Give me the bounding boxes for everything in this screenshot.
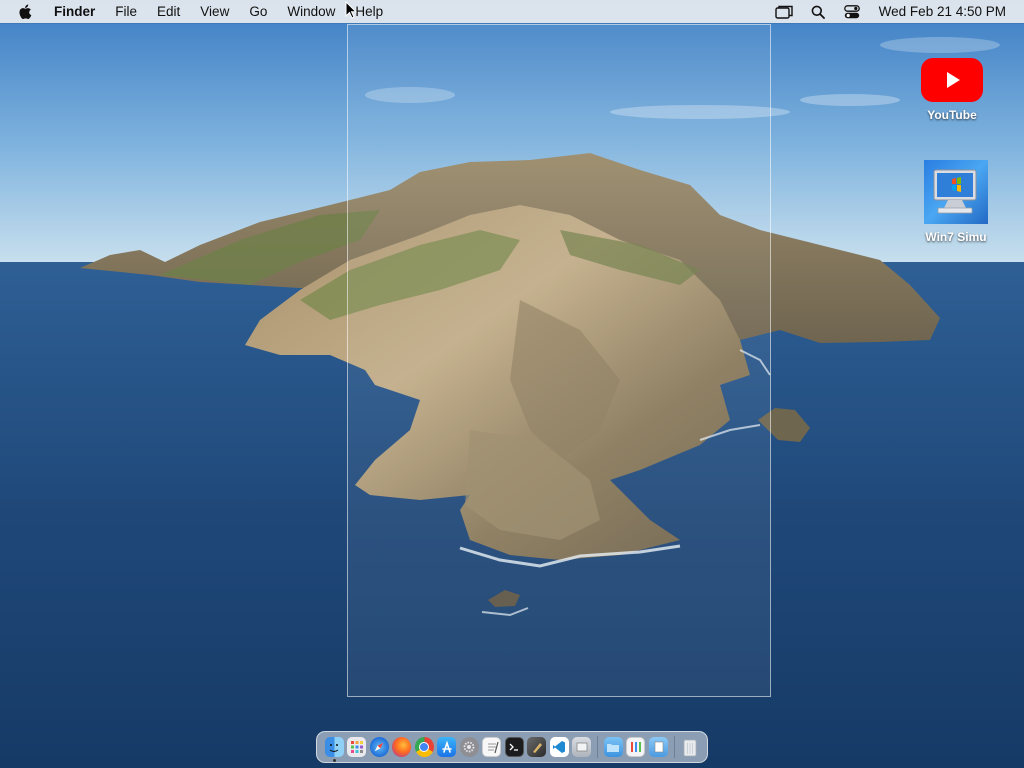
dock-separator <box>597 736 598 758</box>
system-preferences-icon[interactable] <box>459 737 479 757</box>
menu-view[interactable]: View <box>190 0 239 23</box>
menu-bar: Finder File Edit View Go Window Help Wed… <box>0 0 1024 23</box>
finder-icon[interactable] <box>324 737 344 762</box>
textedit-icon[interactable] <box>482 737 502 757</box>
spotlight-search-icon[interactable] <box>808 0 828 23</box>
menu-app-name[interactable]: Finder <box>44 0 105 23</box>
youtube-icon <box>921 58 983 102</box>
applications-stack-icon[interactable] <box>626 737 646 757</box>
desktop-icon-youtube[interactable]: YouTube <box>912 58 992 122</box>
desktop-icon-win7-simu[interactable]: Win7 Simu <box>916 160 996 244</box>
running-indicator <box>332 759 336 762</box>
dock <box>316 731 708 763</box>
app-store-icon[interactable] <box>437 737 457 757</box>
menu-window[interactable]: Window <box>277 0 345 23</box>
desktop[interactable]: Finder File Edit View Go Window Help Wed… <box>0 0 1024 768</box>
firefox-icon[interactable] <box>392 737 412 757</box>
preview-icon[interactable] <box>572 737 592 757</box>
screen-mirroring-icon[interactable] <box>774 0 794 23</box>
menu-go[interactable]: Go <box>239 0 277 23</box>
desktop-icon-label: YouTube <box>927 108 977 122</box>
win7-simulator-icon <box>924 160 988 224</box>
script-editor-icon[interactable] <box>527 737 547 757</box>
apple-menu-icon[interactable] <box>0 0 44 23</box>
dock-separator <box>673 736 675 758</box>
chrome-icon[interactable] <box>414 737 434 757</box>
menu-edit[interactable]: Edit <box>147 0 190 23</box>
menubar-clock[interactable]: Wed Feb 21 4:50 PM <box>879 4 1006 19</box>
control-center-icon[interactable] <box>842 0 862 23</box>
terminal-icon[interactable] <box>504 737 524 757</box>
desktop-icon-label: Win7 Simu <box>925 230 987 244</box>
documents-stack-icon[interactable] <box>648 737 668 757</box>
vscode-icon[interactable] <box>549 737 569 757</box>
launchpad-icon[interactable] <box>347 737 367 757</box>
safari-icon[interactable] <box>369 737 389 757</box>
mouse-cursor-icon <box>345 1 357 19</box>
menu-file[interactable]: File <box>105 0 147 23</box>
desktop-selection-rectangle <box>347 24 771 697</box>
trash-icon[interactable] <box>680 737 699 757</box>
downloads-folder-icon[interactable] <box>603 737 623 757</box>
